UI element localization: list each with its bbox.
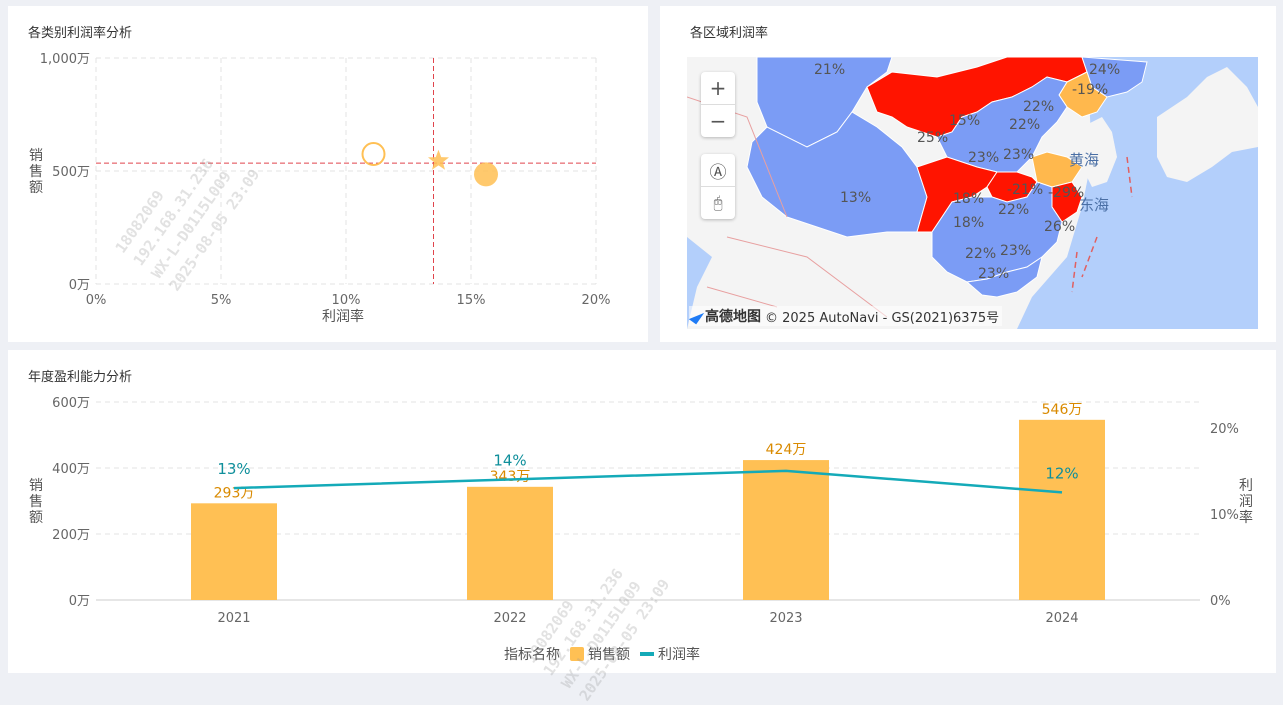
profit-line	[233, 469, 1063, 494]
x-tick-label: 5%	[211, 293, 232, 308]
map-view[interactable]: 21% 24% -19% 22% 15% 22% 25% 23% 23% 13%…	[687, 57, 1258, 329]
map-title: 各区域利润率	[690, 26, 769, 41]
legend-label-profit: 利润率	[658, 647, 700, 663]
x-tick-label: 2023	[769, 611, 802, 626]
chart-legend: 指标名称 销售额 利润率	[504, 644, 710, 664]
bar-data-label: 546万	[1042, 402, 1083, 418]
bar-line-chart[interactable]: 600万400万200万0万20%10%0%293万2021343万202242…	[8, 350, 1276, 640]
region-label: 21%	[814, 62, 845, 78]
sea-label-east: 东海	[1079, 196, 1109, 214]
map-tools-control: Ⓐ 🖰	[701, 154, 735, 219]
x-tick-label: 0%	[86, 293, 107, 308]
bar-panel: 年度盈利能力分析 销售额 利润率 600万 400万 200万 0万 20% 10% 0% 2…	[8, 350, 1276, 673]
region-label: 22%	[998, 202, 1029, 218]
compass-button[interactable]: Ⓐ	[701, 154, 735, 186]
legend-swatch-sales	[570, 647, 584, 661]
region-label: 22%	[1023, 99, 1054, 115]
region-label: 18%	[953, 191, 984, 207]
scatter-xlabel: 利润率	[322, 309, 364, 325]
zoom-in-button[interactable]: +	[701, 72, 735, 104]
scatter-point	[361, 142, 386, 167]
region-label: 22%	[1009, 117, 1040, 133]
sea-label-yellow: 黄海	[1069, 151, 1099, 169]
region-label: -19%	[1072, 82, 1108, 98]
amap-brand: 高德地图	[705, 309, 761, 325]
region-label: 26%	[1044, 219, 1075, 235]
bar	[467, 486, 553, 600]
map-attribution: 高德地图 © 2025 AutoNavi - GS(2021)6375号	[688, 306, 1003, 326]
y2-tick-label: 20%	[1210, 422, 1239, 437]
bar-data-label: 343万	[490, 469, 531, 485]
region-label: 23%	[978, 266, 1009, 282]
y-tick-label: 200万	[52, 528, 90, 543]
legend-label-sales: 销售额	[588, 647, 630, 663]
x-tick-label: 2022	[493, 611, 526, 626]
map-panel: 各区域利润率 21% 24% -19% 22% 15% 22% 25% 23% …	[660, 6, 1276, 342]
y2-tick-label: 10%	[1210, 508, 1239, 523]
region-label: 13%	[840, 190, 871, 206]
bar	[743, 460, 829, 600]
bar	[191, 503, 277, 600]
y-tick-label: 500万	[52, 165, 90, 180]
region-label: 25%	[917, 130, 948, 146]
y-tick-label: 1,000万	[40, 52, 90, 67]
amap-copyright: © 2025 AutoNavi - GS(2021)6375号	[765, 310, 1000, 326]
mouse-mode-button[interactable]: 🖰	[701, 186, 735, 219]
y-tick-label: 0万	[69, 594, 90, 609]
map-canvas[interactable]: 21% 24% -19% 22% 15% 22% 25% 23% 23% 13%…	[687, 57, 1258, 329]
x-tick-label: 20%	[582, 293, 611, 308]
legend-swatch-profit	[640, 652, 654, 656]
bar	[1019, 419, 1105, 600]
x-tick-label: 15%	[457, 293, 486, 308]
scatter-point	[474, 162, 498, 187]
region-label: 24%	[1089, 62, 1120, 78]
region-label: 22%	[965, 246, 996, 262]
legend-title: 指标名称	[504, 647, 560, 663]
zoom-out-button[interactable]: −	[701, 104, 735, 137]
region-label: 23%	[1003, 147, 1034, 163]
scatter-point	[428, 149, 449, 170]
y-tick-label: 600万	[52, 396, 90, 411]
bar-data-label: 424万	[766, 442, 807, 458]
x-tick-label: 2021	[217, 611, 250, 626]
region-label: 23%	[1000, 243, 1031, 259]
zoom-control: + −	[701, 72, 735, 137]
region-label: 18%	[953, 215, 984, 231]
line-data-label: 12%	[1045, 464, 1078, 482]
legend-item-sales[interactable]: 销售额	[570, 644, 630, 664]
line-data-label: 13%	[217, 460, 250, 478]
line-data-label: 14%	[493, 451, 526, 469]
region-label: 15%	[949, 113, 980, 129]
amap-logo-icon	[688, 307, 705, 325]
y-tick-label: 0万	[69, 278, 90, 293]
legend-item-profit[interactable]: 利润率	[640, 644, 700, 664]
scatter-chart[interactable]: 0% 5% 10% 15% 20%1,000万500万0万	[8, 6, 648, 342]
region-label: 23%	[968, 150, 999, 166]
x-tick-label: 2024	[1045, 611, 1078, 626]
y2-tick-label: 0%	[1210, 594, 1231, 609]
y-tick-label: 400万	[52, 462, 90, 477]
scatter-panel: 各类别利润率分析 销售额 0% 5% 10% 15% 20% 1,000万 500万 0万 利…	[8, 6, 648, 342]
region-label: -21%	[1007, 182, 1043, 198]
